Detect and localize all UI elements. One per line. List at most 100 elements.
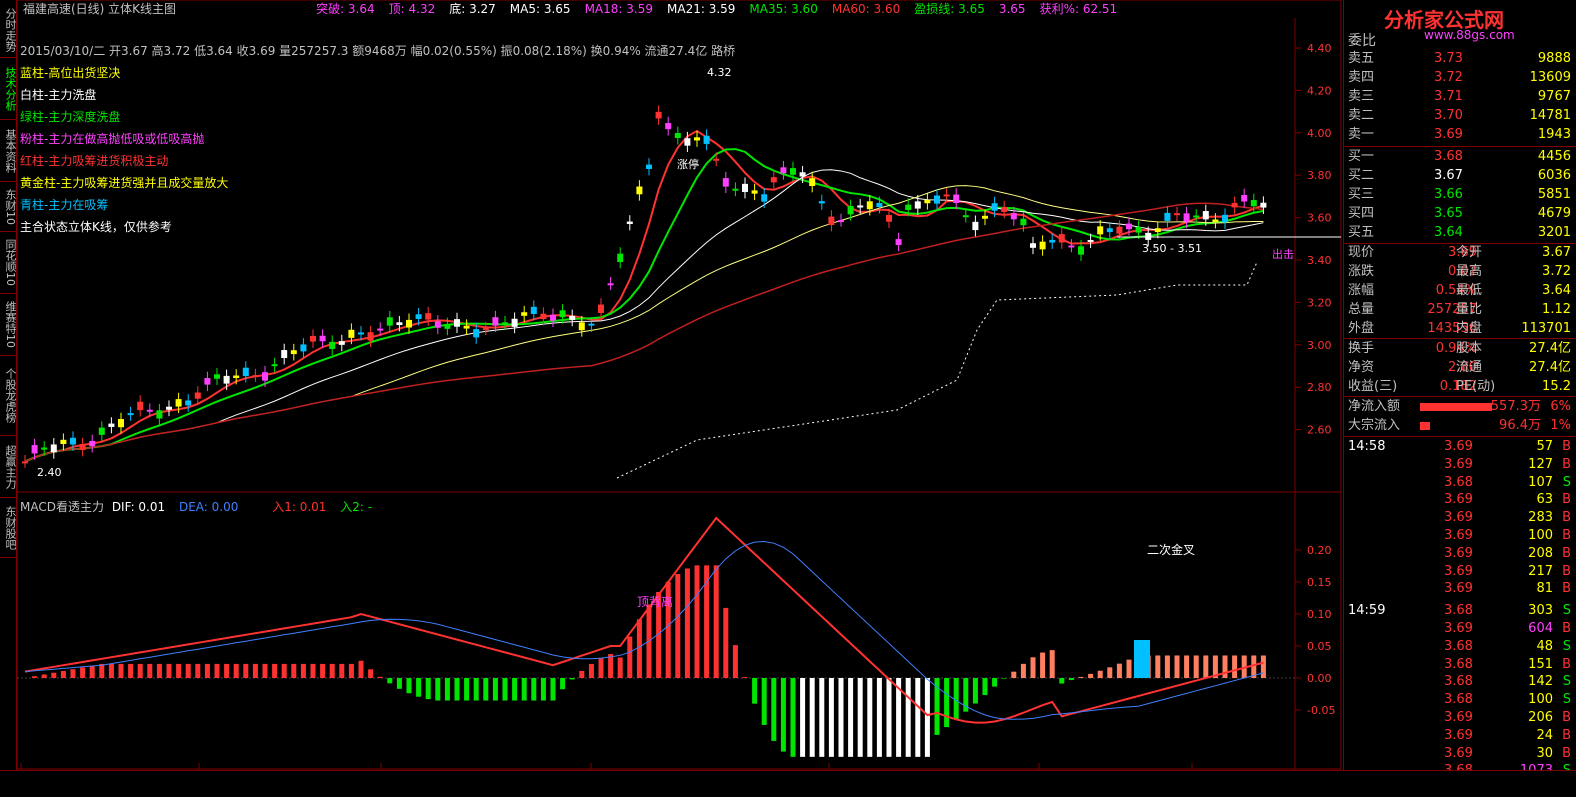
- tick-cell: B: [1562, 492, 1571, 508]
- tick-row: 3.69 206 B: [1344, 709, 1576, 726]
- candle: [684, 138, 691, 146]
- header-item: 底: 3.27: [449, 2, 496, 16]
- flow-row: 净流入额 557.3万 6%: [1344, 398, 1576, 416]
- book-row: 买三 3.66 5851: [1344, 186, 1576, 204]
- candle: [1097, 226, 1104, 235]
- candle: [1231, 202, 1238, 208]
- macd-bar: [89, 665, 95, 678]
- macd-bar: [588, 663, 594, 678]
- tick-cell: 14:58: [1348, 439, 1386, 454]
- macd-bar: [886, 678, 892, 757]
- macd-bar: [1174, 655, 1180, 678]
- tick-cell: 208: [1528, 545, 1553, 561]
- price-tick: 4.40: [1307, 42, 1332, 55]
- tab-7[interactable]: 超赢主力: [0, 434, 17, 498]
- book-label: 买四: [1348, 206, 1375, 221]
- stat-cell: 内盘: [1456, 321, 1483, 336]
- macd-bar: [224, 663, 230, 678]
- tab-6[interactable]: 个股龙虎榜: [0, 354, 17, 436]
- macd-bar: [636, 619, 642, 678]
- tick-cell: 283: [1528, 510, 1553, 526]
- tick-cell: B: [1562, 563, 1571, 579]
- tick-cell: 3.68: [1444, 656, 1473, 672]
- bar-info: 2015/03/10/二 开3.67 高3.72 低3.64 收3.69 量25…: [20, 44, 736, 58]
- book-row: 买一 3.68 4456: [1344, 148, 1576, 166]
- macd-bar: [579, 670, 585, 678]
- tab-5[interactable]: 维赛特10: [0, 292, 17, 356]
- tab-1[interactable]: 技术分析: [0, 56, 17, 120]
- macd-bar: [99, 663, 105, 678]
- tick-cell: 303: [1528, 603, 1553, 619]
- header-item: MA35: 3.60: [749, 2, 818, 16]
- macd-bar: [550, 678, 556, 701]
- stat-cell: 113701: [1521, 321, 1571, 336]
- candle: [492, 317, 499, 326]
- candle: [473, 329, 480, 338]
- macd-bar: [915, 678, 921, 757]
- candle: [943, 194, 950, 197]
- annotation: 出击: [1272, 247, 1294, 261]
- tab-8[interactable]: 东财股吧: [0, 496, 17, 558]
- header-item: 3.65: [998, 2, 1026, 16]
- macd-bar: [780, 678, 786, 752]
- candle: [242, 367, 249, 377]
- macd-bar: [608, 654, 614, 678]
- candle: [454, 319, 460, 327]
- candle: [463, 325, 470, 329]
- macd-bar: [204, 663, 210, 678]
- macd-bar: [905, 678, 911, 757]
- candle: [1039, 241, 1046, 250]
- macd-bar: [444, 678, 450, 701]
- tab-4[interactable]: 同花顺10: [0, 230, 17, 294]
- candle: [156, 410, 163, 419]
- flow-row: 大宗流入 96.4万 1%: [1344, 417, 1576, 435]
- tick-cell: 3.69: [1444, 545, 1473, 561]
- tick-cell: 30: [1536, 745, 1553, 761]
- candle: [1078, 246, 1084, 255]
- candle: [482, 328, 489, 331]
- candle: [358, 332, 364, 335]
- stat-cell: 涨跌: [1348, 264, 1375, 279]
- book-label: 卖四: [1348, 70, 1375, 85]
- candle: [252, 375, 259, 378]
- candle: [828, 216, 835, 225]
- candle: [31, 445, 38, 454]
- tab-0[interactable]: 分时走势: [0, 0, 17, 58]
- tick-cell: 3.69: [1444, 727, 1473, 743]
- tick-row: 3.69 24 B: [1344, 727, 1576, 744]
- tick-cell: B: [1562, 727, 1571, 743]
- tick-cell: B: [1562, 439, 1571, 454]
- tab-3[interactable]: 东财10: [0, 180, 17, 232]
- candle: [1202, 211, 1209, 220]
- left-tab-bar: 分时走势 技术分析 基本资料 东财10 同花顺10 维赛特10 个股龙虎榜 超赢主力 东财股吧: [0, 0, 17, 795]
- tick-cell: S: [1562, 603, 1571, 619]
- candle: [444, 324, 451, 329]
- book-price: 3.73: [1434, 51, 1463, 66]
- macd-bar: [281, 663, 287, 678]
- candle: [281, 350, 288, 359]
- candle: [598, 304, 604, 313]
- tick-cell: 3.68: [1444, 674, 1473, 690]
- book-row: 卖五 3.73 9888: [1344, 50, 1576, 68]
- macd-bar: [521, 678, 527, 701]
- book-row: 卖二 3.70 14781: [1344, 107, 1576, 125]
- book-label: 卖五: [1348, 51, 1375, 66]
- candle: [300, 344, 307, 352]
- legend-item: 粉柱-主力在做高抛低吸或低吸高抛: [20, 132, 205, 146]
- macd-bar: [1193, 655, 1199, 678]
- tick-cell: 24: [1536, 727, 1553, 743]
- macd-tick: 0.10: [1307, 608, 1332, 621]
- stat-cell: 外盘: [1348, 321, 1375, 336]
- tab-2[interactable]: 基本资料: [0, 118, 17, 182]
- candle: [838, 220, 844, 223]
- macd-bar: [176, 663, 182, 678]
- macd-bar: [464, 678, 470, 701]
- candle: [1126, 223, 1132, 230]
- macd-bar: [809, 678, 815, 757]
- macd-bar: [137, 663, 143, 678]
- chart-title: 福建高速(日线) 立体K线主图: [23, 2, 177, 16]
- macd-bar: [51, 672, 57, 678]
- macd-bar: [1203, 655, 1209, 678]
- macd-bar: [243, 663, 249, 678]
- macd-bar: [828, 678, 834, 757]
